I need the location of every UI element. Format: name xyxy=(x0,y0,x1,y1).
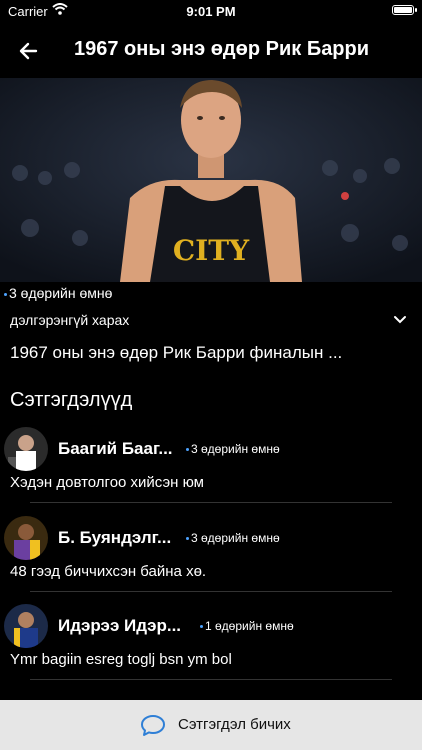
comment-item: Идэрээ Идэр... 1 өдөрийн өмнө Ymr bagiin… xyxy=(0,604,422,684)
comments-heading: Сэтгэгдэлүүд xyxy=(10,389,133,411)
page-title: 1967 оны энэ өдөр Рик Барри xyxy=(74,38,370,60)
avatar[interactable] xyxy=(4,427,48,471)
dot-icon xyxy=(186,537,189,541)
back-arrow-icon xyxy=(19,42,38,60)
comment-item: Б. Буяндэлг... 3 өдөрийн өмнө 48 гээд би… xyxy=(0,516,422,596)
details-label: дэлгэрэнгүй харах xyxy=(10,312,130,328)
comment-time: 3 өдөрийн өмнө xyxy=(186,442,280,456)
article-title: 1967 оны энэ өдөр Рик Барри финалын ... xyxy=(10,343,343,362)
avatar[interactable] xyxy=(4,604,48,648)
divider xyxy=(30,502,392,503)
chat-bubble-icon xyxy=(140,713,166,742)
article-time-ago: 3 өдөрийн өмнө xyxy=(4,285,112,301)
comment-author[interactable]: Идэрээ Идэр... xyxy=(58,616,181,636)
comment-time-text: 3 өдөрийн өмнө xyxy=(191,531,280,545)
article-time-ago-text: 3 өдөрийн өмнө xyxy=(9,285,113,301)
comment-time: 1 өдөрийн өмнө xyxy=(200,619,294,633)
svg-text:CITY: CITY xyxy=(173,234,250,267)
comment-time: 3 өдөрийн өмнө xyxy=(186,531,280,545)
comment-time-text: 3 өдөрийн өмнө xyxy=(191,442,280,456)
comment-time-text: 1 өдөрийн өмнө xyxy=(205,619,294,633)
battery-icon xyxy=(392,5,417,15)
divider xyxy=(30,679,392,680)
avatar[interactable] xyxy=(4,516,48,560)
back-button[interactable] xyxy=(14,36,44,66)
chevron-down-icon xyxy=(392,312,408,331)
comment-author[interactable]: Б. Буяндэлг... xyxy=(58,528,171,548)
comment-author[interactable]: Баагий Бааг... xyxy=(58,439,173,459)
comment-text: Ymr bagiin esreg toglj bsn ym bol xyxy=(10,651,232,668)
navigation-bar: 1967 оны энэ өдөр Рик Барри xyxy=(0,26,422,74)
write-comment-button[interactable]: Сэтгэгдэл бичих xyxy=(0,700,422,750)
comment-text: Хэдэн довтолгоо хийсэн юм xyxy=(10,474,204,491)
dot-icon xyxy=(186,448,189,452)
divider xyxy=(30,591,392,592)
article-hero-image: CITY xyxy=(0,78,422,282)
status-bar: Carrier 9:01 PM xyxy=(0,0,422,22)
write-comment-label: Сэтгэгдэл бичих xyxy=(178,716,291,733)
dot-icon xyxy=(4,292,7,296)
comment-text: 48 гээд биччихсэн байна хө. xyxy=(10,563,207,580)
comment-item: Баагий Бааг... 3 өдөрийн өмнө Хэдэн довт… xyxy=(0,427,422,507)
clock: 9:01 PM xyxy=(186,4,236,19)
show-details-toggle[interactable]: дэлгэрэнгүй харах xyxy=(10,312,414,332)
dot-icon xyxy=(200,625,203,629)
